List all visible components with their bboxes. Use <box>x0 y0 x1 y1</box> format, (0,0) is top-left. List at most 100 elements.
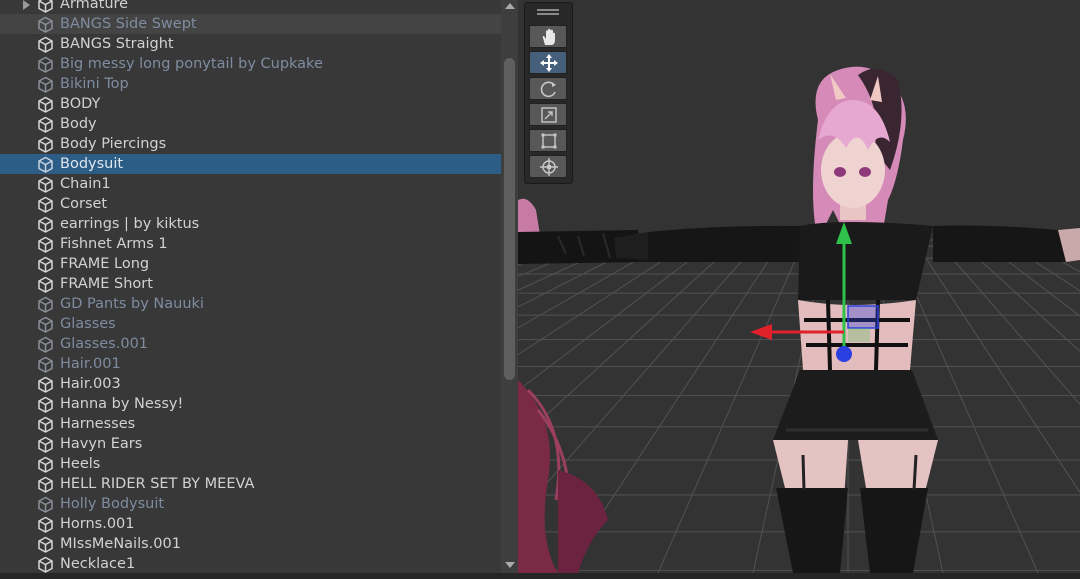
gameobject-cube-icon <box>38 116 53 133</box>
scale-icon <box>541 107 557 123</box>
hierarchy-row-label: Heels <box>60 456 101 472</box>
gameobject-cube-icon <box>38 96 53 113</box>
hierarchy-row[interactable]: Corset <box>0 194 501 214</box>
hierarchy-row[interactable]: Glasses.001 <box>0 334 501 354</box>
hierarchy-row[interactable]: earrings | by kiktus <box>0 214 501 234</box>
hierarchy-row-label: Hanna by Nessy! <box>60 396 184 412</box>
hierarchy-row-label: BODY <box>60 96 101 112</box>
hierarchy-row-label: FRAME Long <box>60 256 150 272</box>
gameobject-cube-icon <box>38 156 53 173</box>
hierarchy-row[interactable]: Body <box>0 114 501 134</box>
hierarchy-row-label: Necklace1 <box>60 556 136 572</box>
hierarchy-row[interactable]: MIssMeNails.001 <box>0 534 501 554</box>
hierarchy-row-label: Armature <box>60 0 129 12</box>
foldout-arrow-icon[interactable] <box>23 0 30 10</box>
hierarchy-row-label: Body Piercings <box>60 136 167 152</box>
hierarchy-row[interactable]: Havyn Ears <box>0 434 501 454</box>
hierarchy-row-label: Bodysuit <box>60 156 124 172</box>
scale-tool-button[interactable] <box>529 103 567 126</box>
hierarchy-row[interactable]: BANGS Straight <box>0 34 501 54</box>
gameobject-cube-icon <box>38 196 53 213</box>
gameobject-cube-icon <box>38 16 53 33</box>
hierarchy-row[interactable]: Body Piercings <box>0 134 501 154</box>
rect-transform-icon <box>541 133 557 149</box>
gameobject-cube-icon <box>38 136 53 153</box>
hierarchy-row[interactable]: Heels <box>0 454 501 474</box>
hierarchy-row-label: Big messy long ponytail by Cupkake <box>60 56 323 72</box>
hierarchy-row[interactable]: Hair.003 <box>0 374 501 394</box>
scroll-down-arrow-icon[interactable] <box>505 562 515 568</box>
gameobject-cube-icon <box>38 436 53 453</box>
gameobject-cube-icon <box>38 396 53 413</box>
hierarchy-row-label: BANGS Straight <box>60 36 174 52</box>
hierarchy-row[interactable]: Armature <box>0 0 501 14</box>
gameobject-cube-icon <box>38 236 53 253</box>
gameobject-cube-icon <box>38 316 53 333</box>
gameobject-cube-icon <box>38 376 53 393</box>
gameobject-cube-icon <box>38 216 53 233</box>
gameobject-cube-icon <box>38 536 53 553</box>
gameobject-cube-icon <box>38 496 53 513</box>
hierarchy-row-label: earrings | by kiktus <box>60 216 200 232</box>
hierarchy-row[interactable]: Fishnet Arms 1 <box>0 234 501 254</box>
hierarchy-row-label: Hair.001 <box>60 356 121 372</box>
hierarchy-row-label: MIssMeNails.001 <box>60 536 181 552</box>
scene-canvas[interactable] <box>518 0 1080 573</box>
hierarchy-row[interactable]: Necklace1 <box>0 554 501 573</box>
hierarchy-row[interactable]: GD Pants by Nauuki <box>0 294 501 314</box>
gameobject-cube-icon <box>38 76 53 93</box>
scene-view[interactable] <box>518 0 1080 573</box>
gameobject-cube-icon <box>38 296 53 313</box>
scene-tools-overlay <box>524 2 573 184</box>
hierarchy-row-label: Corset <box>60 196 108 212</box>
gameobject-cube-icon <box>38 276 53 293</box>
hand-tool-button[interactable] <box>529 25 567 48</box>
hierarchy-row-label: Harnesses <box>60 416 136 432</box>
hierarchy-row-label: Holly Bodysuit <box>60 496 165 512</box>
hierarchy-scrollbar[interactable] <box>501 0 518 573</box>
hierarchy-row[interactable]: BANGS Side Swept <box>0 14 501 34</box>
hierarchy-row[interactable]: Hanna by Nessy! <box>0 394 501 414</box>
gameobject-cube-icon <box>38 356 53 373</box>
hierarchy-row[interactable]: Glasses <box>0 314 501 334</box>
move-tool-button[interactable] <box>529 51 567 74</box>
hierarchy-row[interactable]: FRAME Short <box>0 274 501 294</box>
hierarchy-row[interactable]: BODY <box>0 94 501 114</box>
hierarchy-row[interactable]: Hair.001 <box>0 354 501 374</box>
gameobject-cube-icon <box>38 416 53 433</box>
hierarchy-row-label: HELL RIDER SET BY MEEVA <box>60 476 255 492</box>
hierarchy-row[interactable]: Bikini Top <box>0 74 501 94</box>
transform-icon <box>540 158 558 176</box>
hierarchy-row-label: Fishnet Arms 1 <box>60 236 168 252</box>
gameobject-cube-icon <box>38 256 53 273</box>
hierarchy-row[interactable]: Big messy long ponytail by Cupkake <box>0 54 501 74</box>
hierarchy-row-label: FRAME Short <box>60 276 153 292</box>
hierarchy-row-label: Havyn Ears <box>60 436 143 452</box>
hierarchy-row[interactable]: Horns.001 <box>0 514 501 534</box>
hierarchy-row-label: Glasses.001 <box>60 336 149 352</box>
transform-tool-button[interactable] <box>529 155 567 178</box>
hierarchy-row[interactable]: Bodysuit <box>0 154 501 174</box>
hierarchy-row-label: Horns.001 <box>60 516 135 532</box>
gameobject-cube-icon <box>38 456 53 473</box>
hierarchy-row-label: Chain1 <box>60 176 111 192</box>
bottom-strip <box>0 573 1080 579</box>
hierarchy-row[interactable]: Holly Bodysuit <box>0 494 501 514</box>
scrollbar-thumb[interactable] <box>504 58 515 380</box>
gameobject-cube-icon <box>38 556 53 573</box>
hierarchy-row[interactable]: HELL RIDER SET BY MEEVA <box>0 474 501 494</box>
rect-tool-button[interactable] <box>529 129 567 152</box>
gameobject-cube-icon <box>38 176 53 193</box>
hierarchy-row[interactable]: FRAME Long <box>0 254 501 274</box>
hierarchy-row-label: Body <box>60 116 97 132</box>
hierarchy-row-label: Glasses <box>60 316 116 332</box>
gameobject-cube-icon <box>38 516 53 533</box>
gameobject-cube-icon <box>38 336 53 353</box>
scroll-up-arrow-icon[interactable] <box>505 3 515 9</box>
hierarchy-row[interactable]: Harnesses <box>0 414 501 434</box>
gameobject-cube-icon <box>38 0 53 13</box>
hierarchy-row[interactable]: Chain1 <box>0 174 501 194</box>
hierarchy-row-label: Bikini Top <box>60 76 129 92</box>
rotate-tool-button[interactable] <box>529 77 567 100</box>
overlay-drag-handle[interactable] <box>537 9 559 15</box>
